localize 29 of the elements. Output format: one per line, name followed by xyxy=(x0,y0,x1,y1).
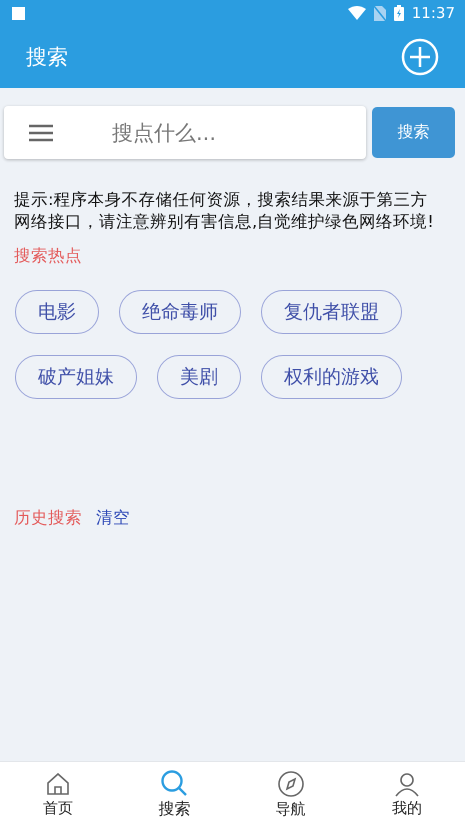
nav-tab[interactable]: 搜索 xyxy=(116,762,232,826)
notification-icon xyxy=(12,6,25,20)
search-button[interactable]: 搜索 xyxy=(372,107,455,158)
clear-link[interactable]: 清空 xyxy=(96,507,130,529)
search-input[interactable]: 搜点什么... xyxy=(110,120,344,146)
nav-tab[interactable]: 首页 xyxy=(0,762,116,826)
section-title: 搜索热点 xyxy=(14,245,83,267)
hot-tag[interactable]: 权利的游戏 xyxy=(261,355,402,399)
hot-tag[interactable]: 破产姐妹 xyxy=(15,355,137,399)
hot-tag[interactable]: 绝命毒师 xyxy=(119,290,241,334)
section-title: 历史搜索 xyxy=(14,507,82,529)
menu-icon[interactable] xyxy=(28,122,54,142)
search-icon xyxy=(160,768,188,796)
search-field[interactable]: 搜点什么... xyxy=(4,106,366,159)
nav-tab[interactable]: 导航 xyxy=(232,762,349,826)
person-icon xyxy=(394,770,420,796)
hot-tag[interactable]: 复仇者联盟 xyxy=(261,290,402,334)
hot-tag[interactable]: 美剧 xyxy=(157,355,241,399)
battery-icon xyxy=(394,5,404,21)
status-time: 11:37 xyxy=(412,4,455,22)
nav-tab[interactable]: 我的 xyxy=(348,762,465,826)
compass-icon xyxy=(276,770,305,798)
hot-tag[interactable]: 电影 xyxy=(15,290,99,334)
add-icon[interactable] xyxy=(401,38,439,76)
notice-text: 提示:程序本身不存储任何资源，搜索结果来源于第三方网络接口，请注意辨别有害信息,自觉维护绿色网络环境! xyxy=(14,189,435,233)
no-sim-icon xyxy=(374,6,386,20)
home-icon xyxy=(45,770,72,796)
wifi-icon xyxy=(348,6,366,20)
page-title: 搜索 xyxy=(26,44,68,71)
